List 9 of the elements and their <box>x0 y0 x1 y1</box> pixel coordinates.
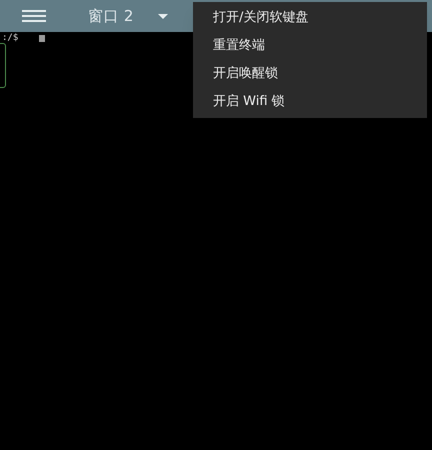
terminal-prompt: :/$ <box>2 33 18 43</box>
menu-icon[interactable] <box>22 10 46 22</box>
cursor-block <box>39 34 46 42</box>
caret-icon[interactable] <box>158 14 168 18</box>
menu-item[interactable]: 开启 Wifi 锁 <box>193 88 427 116</box>
menu-item[interactable]: 打开/关闭软键盘 <box>193 4 427 32</box>
menu-item[interactable]: 开启唤醒锁 <box>193 60 427 88</box>
menu-item[interactable]: 重置终端 <box>193 32 427 60</box>
window-selector[interactable]: 窗口 2 <box>88 4 134 28</box>
